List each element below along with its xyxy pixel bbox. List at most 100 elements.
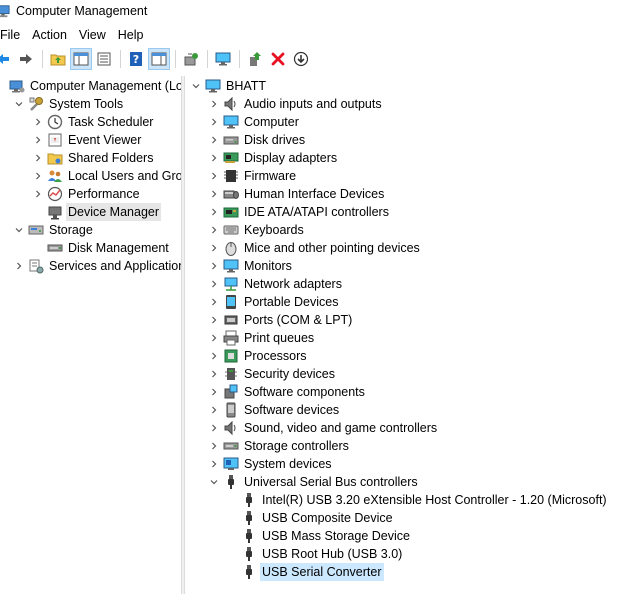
chevron-right-icon[interactable]	[13, 257, 25, 275]
chevron-right-icon[interactable]	[32, 185, 44, 203]
tree-item-label[interactable]: BHATT	[224, 77, 268, 95]
tree-item-label[interactable]: Display adapters	[242, 149, 339, 167]
device-tree-item[interactable]: USB Mass Storage Device	[226, 527, 412, 545]
device-tree-item[interactable]: Software devices	[208, 401, 341, 419]
device-tree-pane[interactable]: BHATT Audio inputs and outputs Computer Dis…	[185, 76, 621, 594]
tree-item-label[interactable]: USB Root Hub (USB 3.0)	[260, 545, 404, 563]
tree-item-label[interactable]: Storage controllers	[242, 437, 351, 455]
device-tree-item[interactable]: Audio inputs and outputs	[208, 95, 384, 113]
chevron-right-icon[interactable]	[208, 221, 220, 239]
scan-hardware-button[interactable]	[180, 48, 202, 70]
tree-item-label[interactable]: Monitors	[242, 257, 294, 275]
chevron-down-icon[interactable]	[190, 77, 202, 95]
chevron-right-icon[interactable]	[32, 131, 44, 149]
tree-item-label[interactable]: Disk Management	[66, 239, 171, 257]
console-tree-item[interactable]: Device Manager	[32, 203, 162, 221]
chevron-down-icon[interactable]	[13, 221, 25, 239]
console-tree-item[interactable]: Local Users and Groups	[32, 167, 181, 185]
tree-item-label[interactable]: Mice and other pointing devices	[242, 239, 422, 257]
device-tree-item[interactable]: Ports (COM & LPT)	[208, 311, 354, 329]
tree-item-label[interactable]: Software devices	[242, 401, 341, 419]
device-tree-item[interactable]: USB Serial Converter	[226, 563, 384, 581]
device-tree-item[interactable]: Display adapters	[208, 149, 339, 167]
console-tree-item[interactable]: System Tools	[13, 95, 125, 113]
tree-item-label[interactable]: Storage	[47, 221, 95, 239]
tree-item-label[interactable]: Computer	[242, 113, 301, 131]
chevron-right-icon[interactable]	[208, 131, 220, 149]
console-tree-item[interactable]: Performance	[32, 185, 142, 203]
console-tree-item[interactable]: Shared Folders	[32, 149, 155, 167]
tree-item-label[interactable]: Print queues	[242, 329, 316, 347]
help-button[interactable]: ?	[125, 48, 147, 70]
tree-item-label[interactable]: Shared Folders	[66, 149, 155, 167]
device-tree-item[interactable]: Firmware	[208, 167, 298, 185]
tree-item-label[interactable]: USB Serial Converter	[260, 563, 384, 581]
device-tree-item[interactable]: System devices	[208, 455, 334, 473]
disable-device-button[interactable]	[290, 48, 312, 70]
device-tree-item[interactable]: BHATT	[190, 77, 268, 95]
chevron-right-icon[interactable]	[208, 95, 220, 113]
chevron-right-icon[interactable]	[32, 113, 44, 131]
device-tree-item[interactable]: Universal Serial Bus controllers	[208, 473, 420, 491]
chevron-right-icon[interactable]	[208, 437, 220, 455]
device-tree-item[interactable]: Storage controllers	[208, 437, 351, 455]
chevron-right-icon[interactable]	[208, 401, 220, 419]
tree-item-label[interactable]: USB Composite Device	[260, 509, 395, 527]
console-tree-item[interactable]: Storage	[13, 221, 95, 239]
chevron-right-icon[interactable]	[208, 455, 220, 473]
tree-item-label[interactable]: Sound, video and game controllers	[242, 419, 439, 437]
device-tree-item[interactable]: Computer	[208, 113, 301, 131]
console-tree-item[interactable]: Computer Management (Local	[0, 77, 181, 95]
device-tree-item[interactable]: Monitors	[208, 257, 294, 275]
device-tree-item[interactable]: Intel(R) USB 3.20 eXtensible Host Contro…	[226, 491, 609, 509]
tree-item-label[interactable]: Intel(R) USB 3.20 eXtensible Host Contro…	[260, 491, 609, 509]
console-tree-item[interactable]: Disk Management	[32, 239, 171, 257]
chevron-right-icon[interactable]	[208, 329, 220, 347]
chevron-right-icon[interactable]	[208, 185, 220, 203]
tree-item-label[interactable]: Services and Applications	[47, 257, 181, 275]
device-tree-item[interactable]: IDE ATA/ATAPI controllers	[208, 203, 391, 221]
chevron-right-icon[interactable]	[208, 365, 220, 383]
tree-item-label[interactable]: Portable Devices	[242, 293, 341, 311]
menu-view[interactable]: View	[73, 25, 112, 45]
chevron-right-icon[interactable]	[32, 167, 44, 185]
device-tree-item[interactable]: Security devices	[208, 365, 337, 383]
chevron-right-icon[interactable]	[208, 293, 220, 311]
device-tree-item[interactable]: Keyboards	[208, 221, 306, 239]
chevron-down-icon[interactable]	[208, 473, 220, 491]
device-tree-item[interactable]: Print queues	[208, 329, 316, 347]
tree-item-label[interactable]: Disk drives	[242, 131, 307, 149]
tree-item-label[interactable]: Human Interface Devices	[242, 185, 386, 203]
tree-item-label[interactable]: Ports (COM & LPT)	[242, 311, 354, 329]
chevron-right-icon[interactable]	[208, 347, 220, 365]
tree-item-label[interactable]: IDE ATA/ATAPI controllers	[242, 203, 391, 221]
show-hide-action-pane-button[interactable]	[148, 48, 170, 70]
chevron-right-icon[interactable]	[208, 149, 220, 167]
display-device-button[interactable]	[212, 48, 234, 70]
tree-item-label[interactable]: Keyboards	[242, 221, 306, 239]
chevron-right-icon[interactable]	[208, 383, 220, 401]
chevron-right-icon[interactable]	[208, 113, 220, 131]
tree-item-label[interactable]: Software components	[242, 383, 367, 401]
up-one-level-button[interactable]	[47, 48, 69, 70]
device-tree-item[interactable]: Software components	[208, 383, 367, 401]
tree-item-label[interactable]: System Tools	[47, 95, 125, 113]
tree-item-label[interactable]: Performance	[66, 185, 142, 203]
menu-action[interactable]: Action	[26, 25, 73, 45]
device-tree-item[interactable]: Processors	[208, 347, 309, 365]
update-driver-button[interactable]	[244, 48, 266, 70]
tree-item-label[interactable]: USB Mass Storage Device	[260, 527, 412, 545]
tree-item-label[interactable]: Device Manager	[66, 203, 162, 221]
chevron-right-icon[interactable]	[208, 311, 220, 329]
tree-item-label[interactable]: Universal Serial Bus controllers	[242, 473, 420, 491]
device-tree-item[interactable]: Human Interface Devices	[208, 185, 386, 203]
console-tree-pane[interactable]: Computer Management (LocalSystem ToolsTa…	[0, 76, 181, 594]
menu-file[interactable]: File	[0, 25, 26, 45]
tree-item-label[interactable]: System devices	[242, 455, 334, 473]
tree-item-label[interactable]: Network adapters	[242, 275, 344, 293]
device-tree-item[interactable]: USB Composite Device	[226, 509, 395, 527]
menu-help[interactable]: Help	[112, 25, 150, 45]
uninstall-device-button[interactable]	[267, 48, 289, 70]
chevron-right-icon[interactable]	[208, 257, 220, 275]
properties-button[interactable]	[93, 48, 115, 70]
